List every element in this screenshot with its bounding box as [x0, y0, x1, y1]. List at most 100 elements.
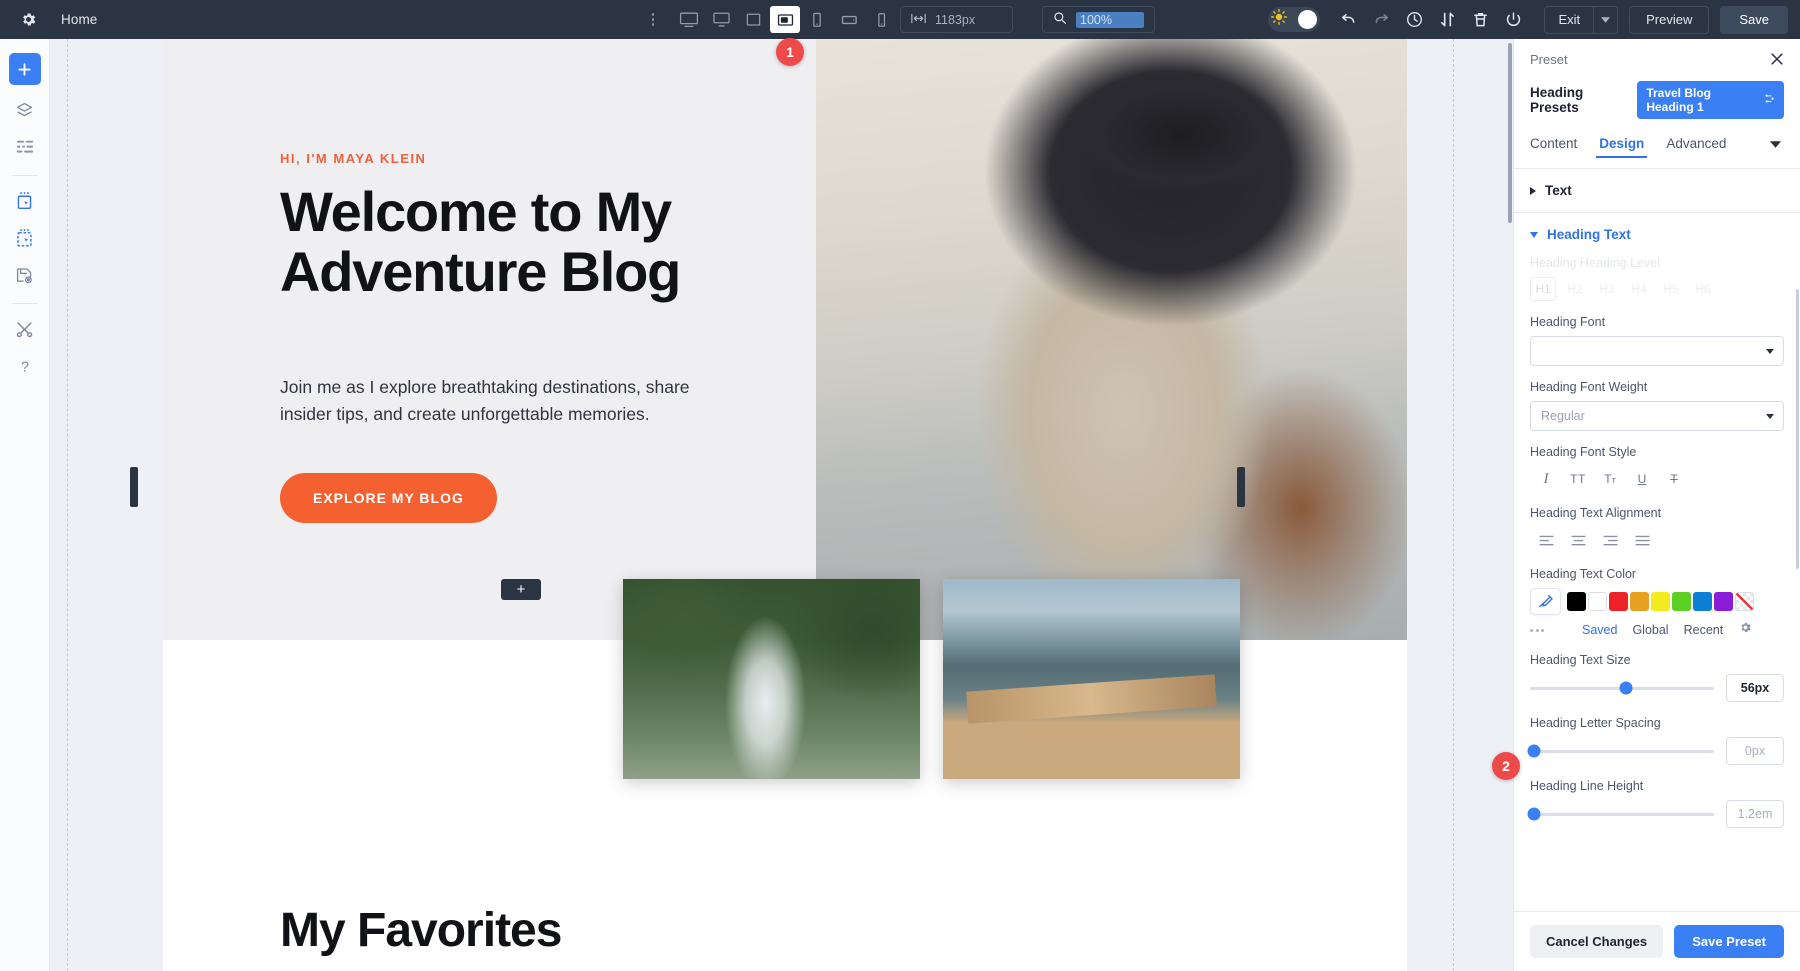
waterfall-jungle-photo[interactable]	[623, 579, 920, 779]
canvas-resize-handle-left[interactable]	[130, 467, 138, 507]
swatch-red[interactable]	[1609, 592, 1628, 611]
preset-chip[interactable]: Travel Blog Heading 1	[1637, 81, 1784, 119]
favorites-heading[interactable]: My Favorites	[280, 903, 562, 958]
slider-thumb[interactable]	[1527, 744, 1541, 758]
heading-level-h3[interactable]: H3	[1594, 277, 1620, 301]
heading-line-height-slider[interactable]	[1527, 807, 1714, 821]
tools-button[interactable]	[9, 313, 41, 345]
trash-icon[interactable]	[1464, 5, 1497, 35]
italic-icon[interactable]: I	[1530, 466, 1562, 492]
layers-button[interactable]	[9, 94, 41, 126]
swatch-green[interactable]	[1672, 592, 1691, 611]
device-tablet-portrait-button[interactable]	[802, 6, 832, 33]
vertical-dots-icon[interactable]	[645, 10, 661, 30]
device-mobile-portrait-button[interactable]	[866, 6, 896, 33]
heading-letter-spacing-slider[interactable]	[1527, 744, 1714, 758]
align-left-icon[interactable]	[1530, 527, 1562, 553]
heading-level-h5[interactable]: H5	[1658, 277, 1684, 301]
gear-icon[interactable]	[1739, 621, 1752, 639]
hero-eyebrow[interactable]: HI, I'M MAYA KLEIN	[280, 151, 426, 166]
slider-thumb[interactable]	[1619, 681, 1633, 695]
section-heading-text[interactable]: Heading Text	[1514, 213, 1800, 256]
device-laptop-button[interactable]	[738, 6, 768, 33]
heading-text-size-value[interactable]: 56px	[1726, 674, 1784, 702]
align-justify-icon[interactable]	[1626, 527, 1658, 553]
add-element-button[interactable]	[8, 53, 41, 85]
save-button[interactable]: Save	[1720, 5, 1788, 34]
slider-thumb[interactable]	[1527, 807, 1541, 821]
swatch-purple[interactable]	[1714, 592, 1733, 611]
align-center-icon[interactable]	[1562, 527, 1594, 553]
canvas-resize-handle-right[interactable]	[1237, 467, 1245, 507]
heading-text-size-slider[interactable]	[1530, 681, 1714, 695]
device-tablet-landscape-button[interactable]	[770, 6, 800, 33]
hero-subtext[interactable]: Join me as I explore breathtaking destin…	[280, 374, 712, 427]
undo-arrow-icon[interactable]	[1332, 5, 1365, 35]
section-text[interactable]: Text	[1514, 169, 1800, 212]
hero-heading[interactable]: Welcome to My Adventure Blog	[280, 181, 760, 303]
sort-updown-icon[interactable]	[1431, 5, 1464, 35]
swatch-black[interactable]	[1567, 592, 1586, 611]
chevron-down-icon[interactable]	[1770, 135, 1782, 160]
heading-font-weight-select[interactable]: Regular	[1530, 401, 1784, 431]
device-mobile-landscape-button[interactable]	[834, 6, 864, 33]
heading-font-select[interactable]	[1530, 336, 1784, 366]
heading-line-height-value[interactable]: 1.2em	[1726, 800, 1784, 828]
zoom-value[interactable]: 100%	[1076, 11, 1144, 28]
save-preset-button[interactable]: Save Preset	[1674, 925, 1784, 958]
uppercase-icon[interactable]: TT	[1562, 466, 1594, 492]
canvas-scrollbar[interactable]	[1508, 43, 1512, 223]
breadcrumb-home[interactable]: Home	[61, 12, 97, 27]
tab-design[interactable]: Design	[1596, 136, 1648, 158]
canvas-width-field[interactable]: 1183px	[900, 6, 1013, 33]
power-icon[interactable]	[1497, 5, 1530, 35]
heading-level-h1[interactable]: H1	[1530, 277, 1556, 301]
zoom-field[interactable]: 100%	[1042, 6, 1155, 33]
select-element-button[interactable]	[9, 185, 41, 217]
hero-section[interactable]: HI, I'M MAYA KLEIN Welcome to My Adventu…	[163, 39, 1407, 640]
heading-level-h6[interactable]: H6	[1690, 277, 1716, 301]
eyedropper-icon[interactable]	[1530, 588, 1561, 615]
gear-icon[interactable]	[18, 10, 38, 30]
color-tab-global[interactable]: Global	[1632, 623, 1668, 637]
save-block-button[interactable]	[9, 259, 41, 291]
tab-content[interactable]: Content	[1530, 136, 1577, 158]
device-desktop-large-button[interactable]	[674, 6, 704, 33]
more-dots-icon[interactable]	[1530, 628, 1567, 632]
panel-body[interactable]: Text Heading Text Heading Heading Level …	[1514, 169, 1800, 911]
cancel-changes-button[interactable]: Cancel Changes	[1530, 925, 1664, 958]
preview-button[interactable]: Preview	[1629, 5, 1710, 34]
color-tab-recent[interactable]: Recent	[1684, 623, 1724, 637]
help-button[interactable]: ?	[9, 350, 41, 382]
add-block-button[interactable]: +	[501, 579, 541, 600]
lake-dock-photo[interactable]	[943, 579, 1240, 779]
swatch-yellow[interactable]	[1651, 592, 1670, 611]
strikethrough-icon[interactable]: T	[1658, 466, 1690, 492]
editor-canvas[interactable]: HI, I'M MAYA KLEIN Welcome to My Adventu…	[50, 39, 1513, 971]
clock-history-icon[interactable]	[1398, 5, 1431, 35]
heading-level-h4[interactable]: H4	[1626, 277, 1652, 301]
swatch-transparent[interactable]	[1735, 592, 1754, 611]
hero-image[interactable]	[816, 39, 1407, 640]
theme-toggle[interactable]	[1268, 7, 1321, 32]
redo-arrow-icon[interactable]	[1365, 5, 1398, 35]
hero-cta-button[interactable]: EXPLORE MY BLOG	[280, 473, 497, 523]
capitalize-icon[interactable]: Tт	[1594, 466, 1626, 492]
swatch-white[interactable]	[1588, 592, 1607, 611]
tab-advanced[interactable]: Advanced	[1666, 136, 1726, 158]
exit-button[interactable]: Exit	[1544, 5, 1619, 34]
color-tab-saved[interactable]: Saved	[1582, 623, 1617, 637]
panel-scrollbar[interactable]	[1796, 289, 1799, 569]
align-right-icon[interactable]	[1594, 527, 1626, 553]
swatch-blue[interactable]	[1693, 592, 1712, 611]
chevron-down-icon[interactable]	[1593, 6, 1617, 33]
heading-level-h2[interactable]: H2	[1562, 277, 1588, 301]
heading-letter-spacing-value[interactable]: 0px	[1726, 737, 1784, 765]
underline-icon[interactable]: U	[1626, 466, 1658, 492]
structure-button[interactable]	[9, 131, 41, 163]
page-preview[interactable]: HI, I'M MAYA KLEIN Welcome to My Adventu…	[163, 39, 1407, 971]
select-container-button[interactable]	[9, 222, 41, 254]
device-desktop-button[interactable]	[706, 6, 736, 33]
hero-content-column[interactable]: HI, I'M MAYA KLEIN Welcome to My Adventu…	[163, 39, 816, 640]
close-icon[interactable]	[1768, 50, 1786, 68]
